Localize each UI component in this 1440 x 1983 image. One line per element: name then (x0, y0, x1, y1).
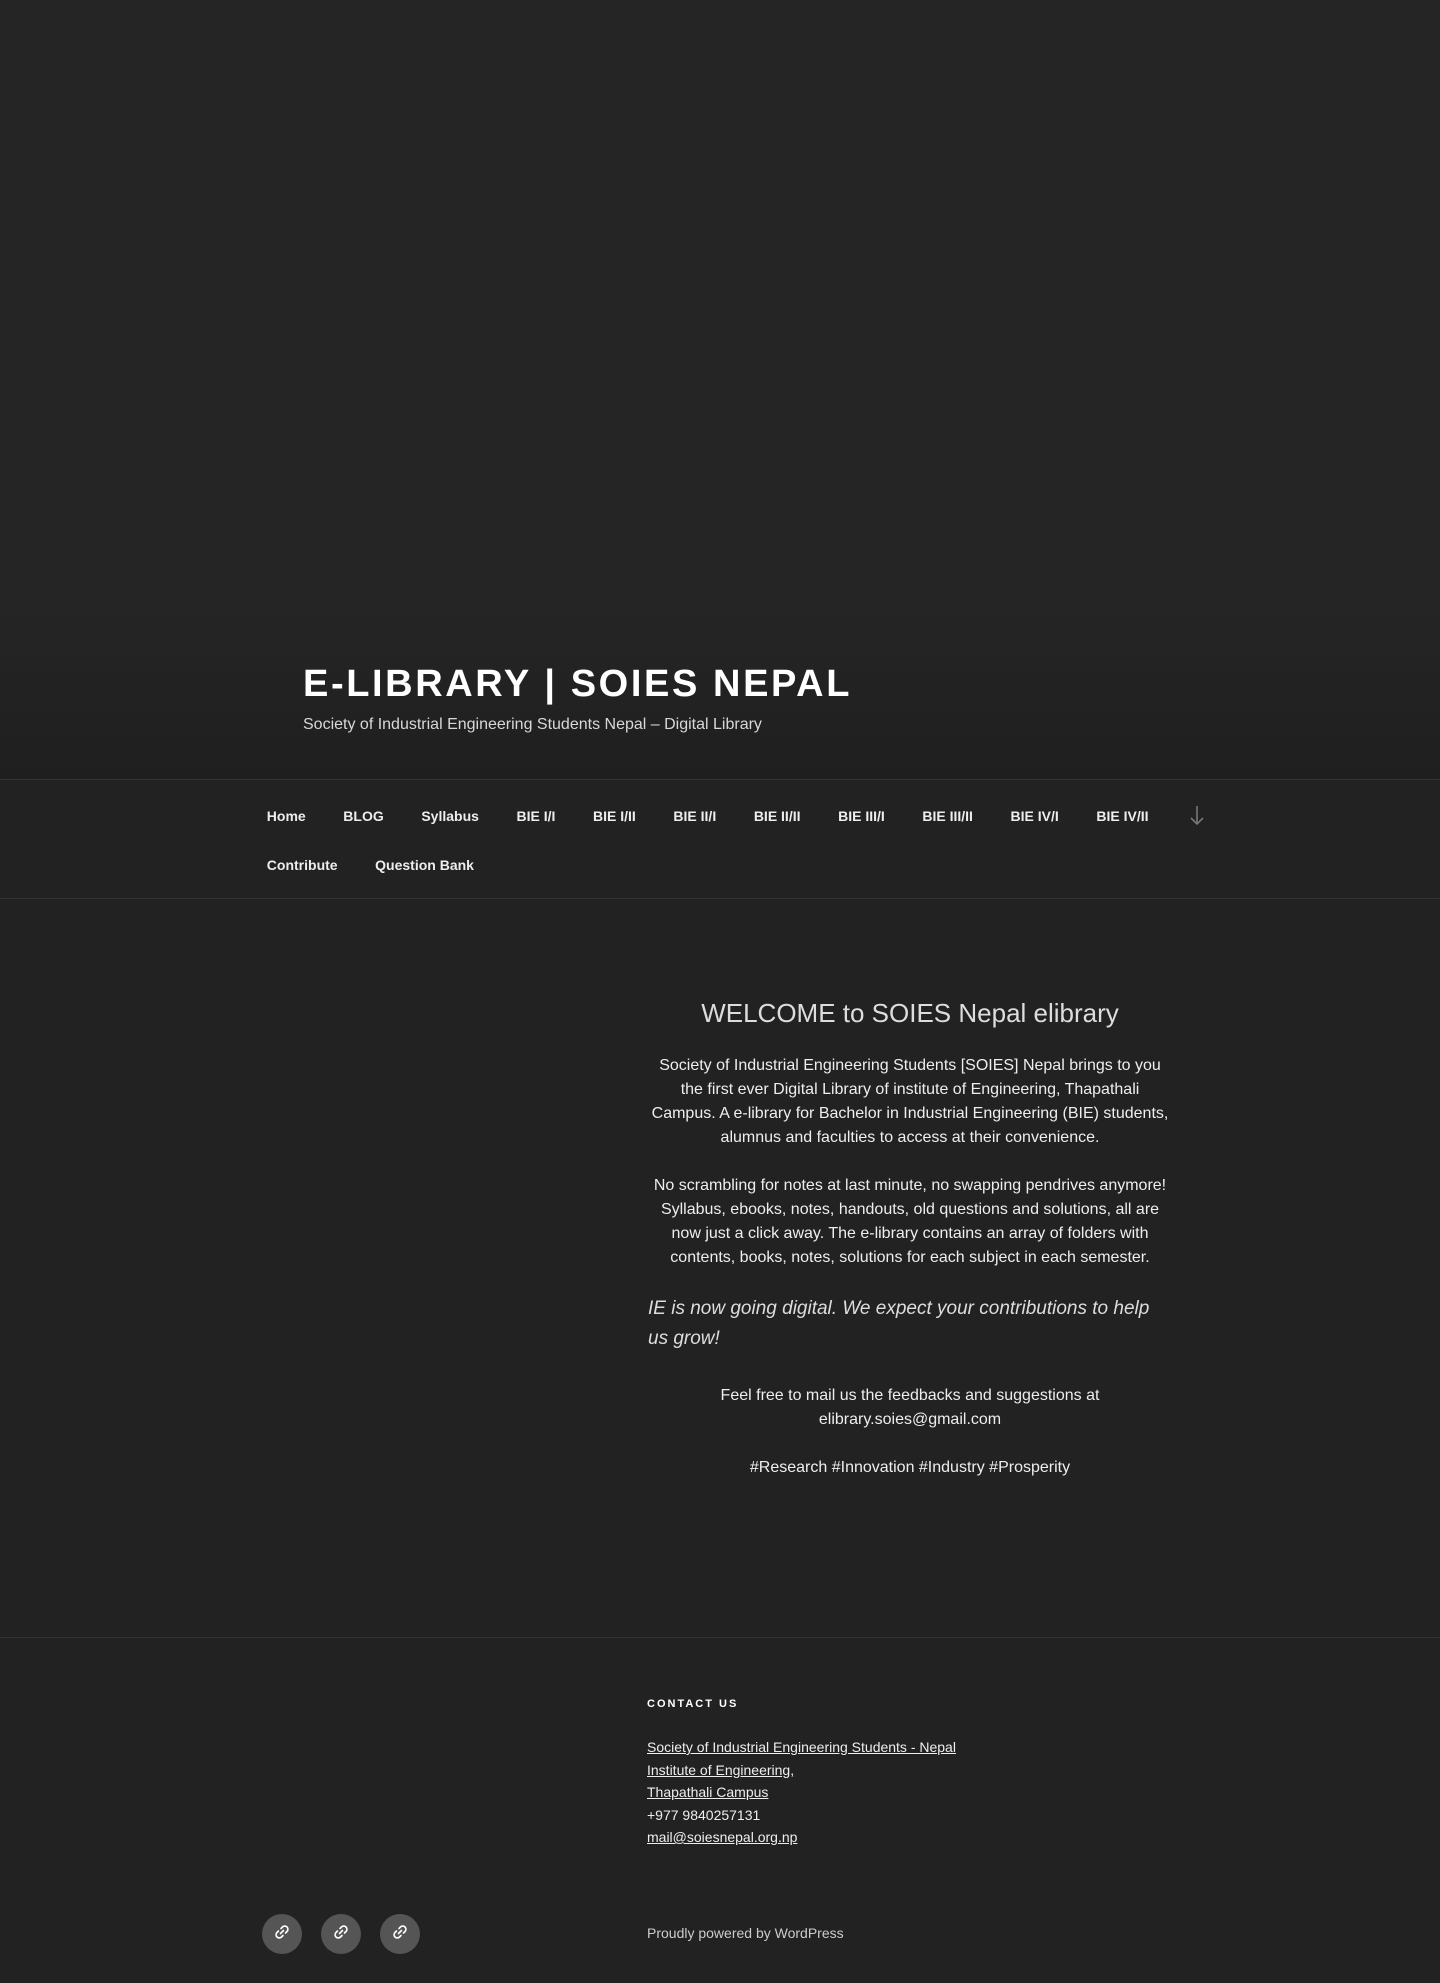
site-content: WELCOME to SOIES Nepal elibrary Society … (0, 900, 1440, 1637)
site-title[interactable]: E-LIBRARY | SOIES NEPAL (303, 660, 852, 708)
nav-row: Contribute Question Bank (248, 853, 493, 877)
contact-phone: +977 9840257131 (647, 1806, 761, 1823)
feedback-paragraph: Feel free to mail us the feedbacks and s… (648, 1384, 1172, 1432)
nav-item-home[interactable]: Home (248, 808, 325, 824)
social-link[interactable] (262, 1914, 302, 1954)
nav-item-bie-1-1[interactable]: BIE I/I (498, 808, 575, 824)
nav-item-blog[interactable]: BLOG (325, 808, 403, 824)
feedback-text: Feel free to mail us the feedbacks and s… (720, 1387, 1100, 1404)
nav-item-bie-4-2[interactable]: BIE IV/II (1078, 808, 1168, 824)
nav-item-bie-3-1[interactable]: BIE III/I (819, 808, 903, 824)
link-icon (274, 1924, 290, 1945)
site-footer: CONTACT US Society of Industrial Enginee… (0, 1637, 1440, 1983)
address-link-institute[interactable]: Institute of Engineering, (647, 1759, 1127, 1782)
link-icon (333, 1924, 349, 1945)
nav-item-bie-4-1[interactable]: BIE IV/I (992, 808, 1078, 824)
site-description: Society of Industrial Engineering Studen… (303, 716, 762, 733)
social-link[interactable] (321, 1914, 361, 1954)
contact-widget: CONTACT US Society of Industrial Enginee… (647, 1698, 1127, 1849)
contact-address: Society of Industrial Engineering Studen… (647, 1736, 1127, 1849)
social-link[interactable] (380, 1914, 420, 1954)
nav-item-bie-1-2[interactable]: BIE I/II (574, 808, 654, 824)
welcome-heading: WELCOME to SOIES Nepal elibrary (701, 998, 1119, 1028)
features-paragraph: No scrambling for notes at last minute, … (653, 1177, 1167, 1266)
intro-paragraph: Society of Industrial Engineering Studen… (651, 1057, 1169, 1146)
welcome-article: WELCOME to SOIES Nepal elibrary Society … (648, 996, 1172, 1504)
contact-email-link[interactable]: mail@soiesnepal.org.np (647, 1826, 1127, 1849)
arrow-down-icon[interactable] (1187, 803, 1207, 829)
address-link-campus[interactable]: Thapathali Campus (647, 1781, 1127, 1804)
nav-item-syllabus[interactable]: Syllabus (403, 808, 498, 824)
social-links (262, 1914, 420, 1954)
hashtags: #Research #Innovation #Industry #Prosper… (749, 1459, 1071, 1476)
main-navigation: Home BLOG Syllabus BIE I/I BIE I/II BIE … (0, 779, 1440, 899)
nav-item-bie-2-2[interactable]: BIE II/II (735, 808, 819, 824)
widget-title: CONTACT US (647, 1698, 739, 1710)
nav-item-bie-3-2[interactable]: BIE III/II (904, 808, 992, 824)
nav-row: Home BLOG Syllabus BIE I/I BIE I/II BIE … (248, 804, 1167, 828)
link-icon (392, 1924, 408, 1945)
site-branding: E-LIBRARY | SOIES NEPAL Society of Indus… (303, 660, 852, 736)
feedback-email[interactable]: elibrary.soies@gmail.com (819, 1411, 1001, 1428)
powered-by-link[interactable]: Proudly powered by WordPress (647, 1925, 844, 1941)
address-link-society[interactable]: Society of Industrial Engineering Studen… (647, 1736, 1127, 1759)
nav-item-question-bank[interactable]: Question Bank (356, 857, 492, 873)
quote-paragraph: IE is now going digital. We expect your … (648, 1298, 1150, 1349)
nav-item-bie-2-1[interactable]: BIE II/I (655, 808, 735, 824)
nav-item-contribute[interactable]: Contribute (248, 857, 356, 873)
